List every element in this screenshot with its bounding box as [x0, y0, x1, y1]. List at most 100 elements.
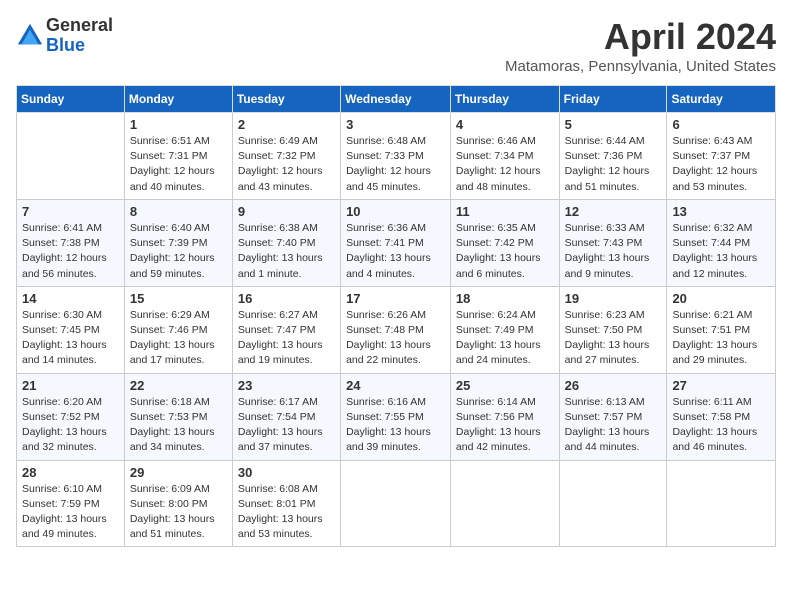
day-number: 23 — [238, 378, 335, 393]
logo-general-text: General — [46, 16, 113, 36]
calendar-week-row: 14 Sunrise: 6:30 AMSunset: 7:45 PMDayligh… — [17, 286, 776, 373]
day-number: 21 — [22, 378, 119, 393]
calendar-cell: 28Sunrise: 6:10 AMSunset: 7:59 PMDayligh… — [17, 460, 125, 547]
day-number: 9 — [238, 204, 335, 219]
location-text: Matamoras, Pennsylvania, United States — [505, 58, 776, 75]
day-info: Sunrise: 6:13 AMSunset: 7:57 PMDaylight:… — [565, 395, 662, 456]
day-info: Sunrise: 6:43 AMSunset: 7:37 PMDaylight:… — [672, 134, 770, 195]
calendar-cell: 16Sunrise: 6:27 AMSunset: 7:47 PMDayligh… — [232, 286, 340, 373]
calendar-cell — [17, 113, 125, 200]
month-title: April 2024 — [505, 16, 776, 58]
day-number: 17 — [346, 291, 445, 306]
calendar-cell: 12 Sunrise: 6:33 AMSunset: 7:43 PMDayligh… — [559, 199, 667, 286]
weekday-row: SundayMondayTuesdayWednesdayThursdayFrid… — [17, 86, 776, 113]
day-number: 7 — [22, 204, 119, 219]
weekday-header-saturday: Saturday — [667, 86, 776, 113]
day-number: 26 — [565, 378, 662, 393]
day-number: 30 — [238, 465, 335, 480]
calendar-cell: 5 Sunrise: 6:44 AMSunset: 7:36 PMDaylight… — [559, 113, 667, 200]
day-number: 8 — [130, 204, 227, 219]
day-info: Sunrise: 6:30 AMSunset: 7:45 PMDaylight:… — [22, 308, 119, 369]
weekday-header-monday: Monday — [124, 86, 232, 113]
day-number: 3 — [346, 117, 445, 132]
calendar-cell: 7 Sunrise: 6:41 AMSunset: 7:38 PMDaylight… — [17, 199, 125, 286]
calendar-body: 1 Sunrise: 6:51 AMSunset: 7:31 PMDaylight… — [17, 113, 776, 547]
weekday-header-tuesday: Tuesday — [232, 86, 340, 113]
calendar-cell: 11 Sunrise: 6:35 AMSunset: 7:42 PMDayligh… — [450, 199, 559, 286]
title-block: April 2024 Matamoras, Pennsylvania, Unit… — [505, 16, 776, 75]
day-number: 4 — [456, 117, 554, 132]
day-info: Sunrise: 6:38 AMSunset: 7:40 PMDaylight:… — [238, 221, 335, 282]
day-info: Sunrise: 6:48 AMSunset: 7:33 PMDaylight:… — [346, 134, 445, 195]
calendar-cell: 8 Sunrise: 6:40 AMSunset: 7:39 PMDaylight… — [124, 199, 232, 286]
calendar-cell: 21 Sunrise: 6:20 AMSunset: 7:52 PMDayligh… — [17, 373, 125, 460]
weekday-header-wednesday: Wednesday — [341, 86, 451, 113]
day-info: Sunrise: 6:35 AMSunset: 7:42 PMDaylight:… — [456, 221, 554, 282]
day-info: Sunrise: 6:46 AMSunset: 7:34 PMDaylight:… — [456, 134, 554, 195]
day-number: 29 — [130, 465, 227, 480]
day-number: 6 — [672, 117, 770, 132]
calendar-week-row: 1 Sunrise: 6:51 AMSunset: 7:31 PMDaylight… — [17, 113, 776, 200]
day-info: Sunrise: 6:23 AMSunset: 7:50 PMDaylight:… — [565, 308, 662, 369]
logo-icon — [16, 22, 44, 50]
logo-text: General Blue — [46, 16, 113, 56]
logo-blue-text: Blue — [46, 36, 113, 56]
day-number: 10 — [346, 204, 445, 219]
day-info: Sunrise: 6:17 AMSunset: 7:54 PMDaylight:… — [238, 395, 335, 456]
calendar-cell — [341, 460, 451, 547]
calendar-cell: 27 Sunrise: 6:11 AMSunset: 7:58 PMDayligh… — [667, 373, 776, 460]
day-number: 27 — [672, 378, 770, 393]
day-number: 1 — [130, 117, 227, 132]
day-info: Sunrise: 6:26 AMSunset: 7:48 PMDaylight:… — [346, 308, 445, 369]
calendar-cell: 20 Sunrise: 6:21 AMSunset: 7:51 PMDayligh… — [667, 286, 776, 373]
day-info: Sunrise: 6:32 AMSunset: 7:44 PMDaylight:… — [672, 221, 770, 282]
weekday-header-thursday: Thursday — [450, 86, 559, 113]
calendar-week-row: 7 Sunrise: 6:41 AMSunset: 7:38 PMDaylight… — [17, 199, 776, 286]
day-info: Sunrise: 6:21 AMSunset: 7:51 PMDaylight:… — [672, 308, 770, 369]
day-info: Sunrise: 6:41 AMSunset: 7:38 PMDaylight:… — [22, 221, 119, 282]
calendar-week-row: 21 Sunrise: 6:20 AMSunset: 7:52 PMDayligh… — [17, 373, 776, 460]
day-info: Sunrise: 6:11 AMSunset: 7:58 PMDaylight:… — [672, 395, 770, 456]
day-info: Sunrise: 6:40 AMSunset: 7:39 PMDaylight:… — [130, 221, 227, 282]
calendar-header: SundayMondayTuesdayWednesdayThursdayFrid… — [17, 86, 776, 113]
day-number: 22 — [130, 378, 227, 393]
calendar-cell: 3 Sunrise: 6:48 AMSunset: 7:33 PMDaylight… — [341, 113, 451, 200]
calendar-week-row: 28Sunrise: 6:10 AMSunset: 7:59 PMDayligh… — [17, 460, 776, 547]
page-header: General Blue April 2024 Matamoras, Penns… — [16, 16, 776, 75]
weekday-header-friday: Friday — [559, 86, 667, 113]
day-info: Sunrise: 6:33 AMSunset: 7:43 PMDaylight:… — [565, 221, 662, 282]
day-info: Sunrise: 6:29 AMSunset: 7:46 PMDaylight:… — [130, 308, 227, 369]
day-number: 11 — [456, 204, 554, 219]
day-number: 5 — [565, 117, 662, 132]
day-info: Sunrise: 6:49 AMSunset: 7:32 PMDaylight:… — [238, 134, 335, 195]
day-number: 18 — [456, 291, 554, 306]
calendar-cell — [667, 460, 776, 547]
day-info: Sunrise: 6:08 AMSunset: 8:01 PMDaylight:… — [238, 482, 335, 543]
calendar-cell: 23 Sunrise: 6:17 AMSunset: 7:54 PMDayligh… — [232, 373, 340, 460]
weekday-header-sunday: Sunday — [17, 86, 125, 113]
day-number: 25 — [456, 378, 554, 393]
day-info: Sunrise: 6:18 AMSunset: 7:53 PMDaylight:… — [130, 395, 227, 456]
calendar-cell: 2 Sunrise: 6:49 AMSunset: 7:32 PMDaylight… — [232, 113, 340, 200]
day-number: 20 — [672, 291, 770, 306]
logo: General Blue — [16, 16, 113, 56]
calendar-cell: 15 Sunrise: 6:29 AMSunset: 7:46 PMDayligh… — [124, 286, 232, 373]
day-number: 12 — [565, 204, 662, 219]
day-info: Sunrise: 6:24 AMSunset: 7:49 PMDaylight:… — [456, 308, 554, 369]
day-number: 16 — [238, 291, 335, 306]
day-info: Sunrise: 6:44 AMSunset: 7:36 PMDaylight:… — [565, 134, 662, 195]
calendar-cell: 6 Sunrise: 6:43 AMSunset: 7:37 PMDaylight… — [667, 113, 776, 200]
day-info: Sunrise: 6:51 AMSunset: 7:31 PMDaylight:… — [130, 134, 227, 195]
day-info: Sunrise: 6:36 AMSunset: 7:41 PMDaylight:… — [346, 221, 445, 282]
calendar-cell: 9 Sunrise: 6:38 AMSunset: 7:40 PMDaylight… — [232, 199, 340, 286]
day-info: Sunrise: 6:16 AMSunset: 7:55 PMDaylight:… — [346, 395, 445, 456]
day-number: 28 — [22, 465, 119, 480]
calendar-cell: 14 Sunrise: 6:30 AMSunset: 7:45 PMDayligh… — [17, 286, 125, 373]
day-number: 2 — [238, 117, 335, 132]
day-number: 14 — [22, 291, 119, 306]
day-number: 15 — [130, 291, 227, 306]
calendar-cell: 24Sunrise: 6:16 AMSunset: 7:55 PMDayligh… — [341, 373, 451, 460]
day-number: 19 — [565, 291, 662, 306]
day-info: Sunrise: 6:20 AMSunset: 7:52 PMDaylight:… — [22, 395, 119, 456]
calendar-cell: 17 Sunrise: 6:26 AMSunset: 7:48 PMDayligh… — [341, 286, 451, 373]
